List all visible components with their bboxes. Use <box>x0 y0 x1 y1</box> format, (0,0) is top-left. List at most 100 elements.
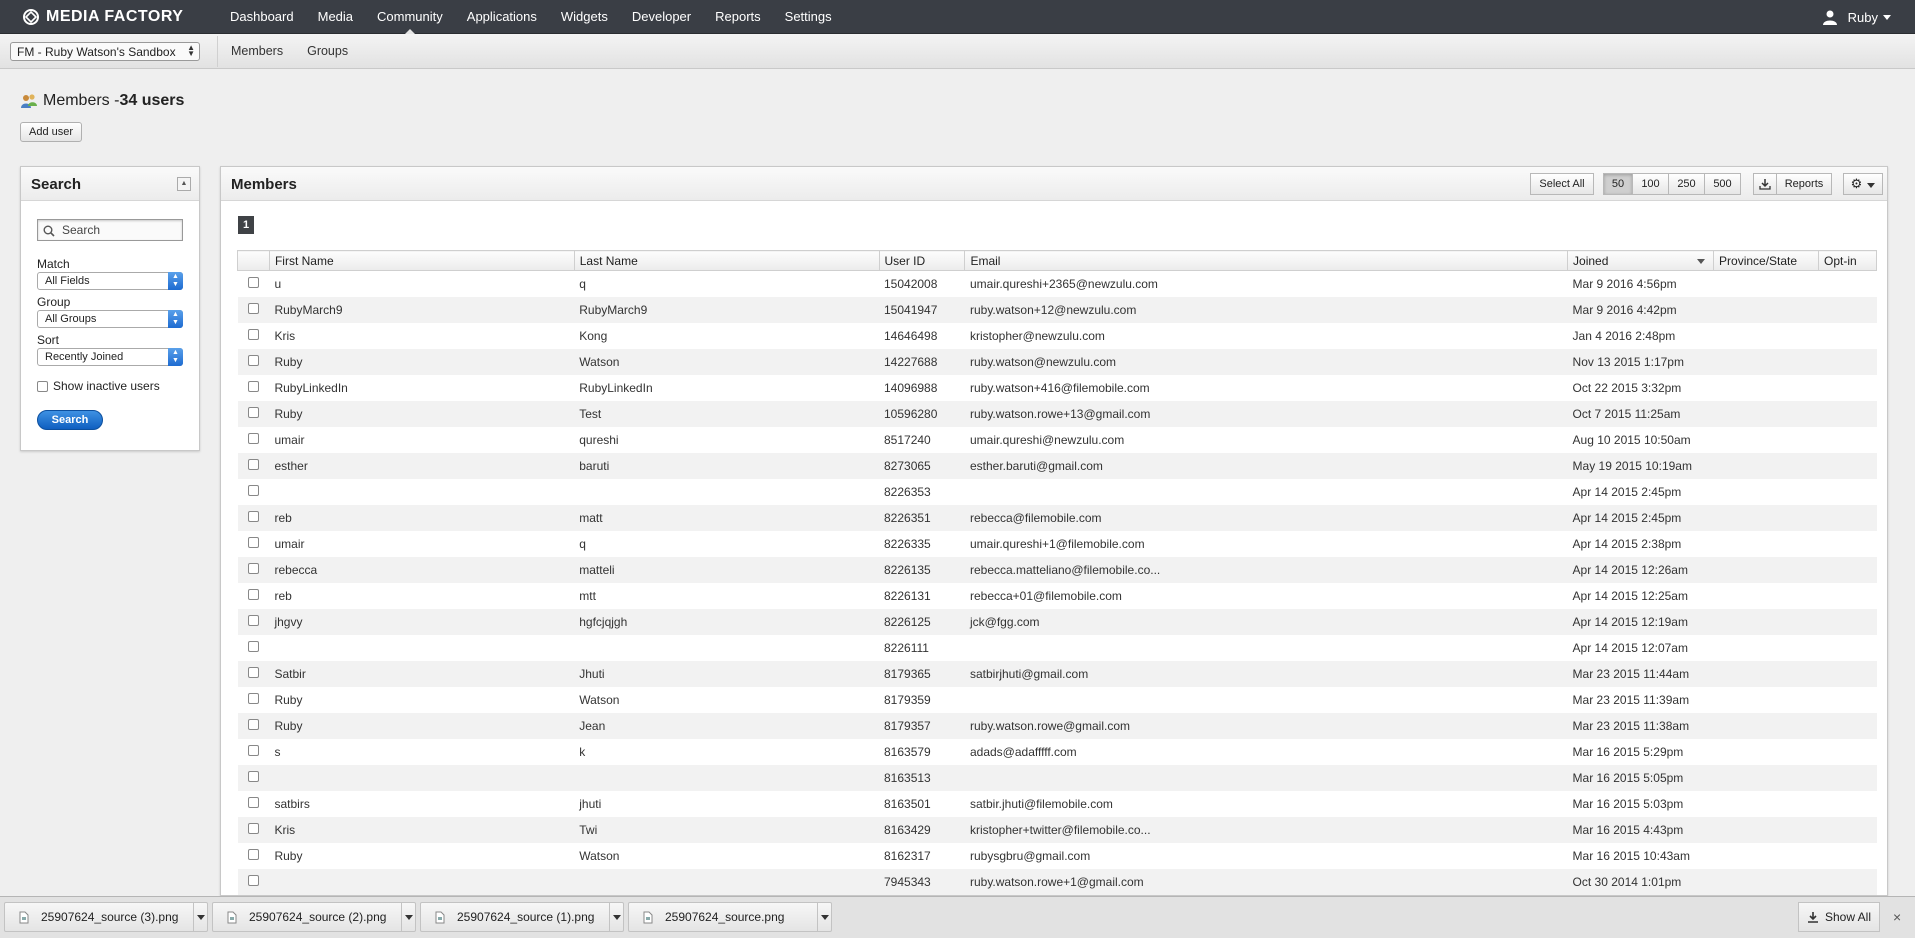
row-checkbox[interactable] <box>247 432 259 444</box>
table-row[interactable]: RubyMarch9 RubyMarch9 15041947 ruby.watson+… <box>237 296 1877 323</box>
nav-reports[interactable]: Reports <box>703 0 773 34</box>
row-checkbox[interactable] <box>247 380 259 392</box>
row-checkbox[interactable] <box>247 328 259 340</box>
nav-settings[interactable]: Settings <box>773 0 844 34</box>
page-size-250-button[interactable]: 250 <box>1668 173 1705 195</box>
download-item[interactable]: 25907624_source.png <box>628 902 832 932</box>
download-item[interactable]: 25907624_source (2).png <box>212 902 416 932</box>
collapse-icon[interactable]: ▲ <box>177 177 191 191</box>
page-size-50-button[interactable]: 50 <box>1603 173 1633 195</box>
row-checkbox[interactable] <box>247 744 259 756</box>
row-checkbox[interactable] <box>247 770 259 782</box>
nav-media[interactable]: Media <box>306 0 365 34</box>
table-row[interactable]: rebecca matteli 8226135 rebecca.matteliano@… <box>237 556 1877 583</box>
select-all-button[interactable]: Select All <box>1530 173 1594 195</box>
table-row[interactable]: umair qureshi 8517240 umair.qureshi@newzulu… <box>238 427 1877 453</box>
table-row[interactable]: 8226353 Apr 14 2015 2:45pm <box>238 479 1877 505</box>
add-user-button[interactable]: Add user <box>20 122 83 142</box>
row-checkbox[interactable] <box>247 640 259 652</box>
download-menu-button[interactable] <box>609 903 623 931</box>
page-size-500-button[interactable]: 500 <box>1704 173 1741 195</box>
sort-select[interactable]: Recently Joined ▲ ▼ <box>37 348 183 366</box>
download-menu-button[interactable] <box>817 903 831 931</box>
row-checkbox[interactable] <box>247 354 259 366</box>
brand-logo[interactable]: MEDIA FACTORY <box>22 8 183 26</box>
table-row[interactable]: RubyLinkedIn RubyLinkedIn 14096988 ruby.wat… <box>238 375 1877 401</box>
table-row[interactable]: Kris Twi 8163429 kristopher+twitter@filemob… <box>237 816 1877 843</box>
table-row[interactable]: esther baruti 8273065 esther.baruti@gmail.c… <box>237 452 1877 479</box>
table-row[interactable]: satbirs jhuti 8163501 satbir.jhuti@filemobi… <box>238 791 1877 817</box>
page-size-100-button[interactable]: 100 <box>1632 173 1669 195</box>
nav-dashboard[interactable]: Dashboard <box>218 0 306 34</box>
row-checkbox[interactable] <box>247 562 259 574</box>
row-checkbox[interactable] <box>247 692 259 704</box>
search-button[interactable]: Search <box>37 410 103 430</box>
tab-groups[interactable]: Groups <box>307 34 348 69</box>
table-row[interactable]: Ruby Jean 8179357 ruby.watson.rowe@gmail.co… <box>237 712 1877 739</box>
row-checkbox[interactable] <box>247 848 259 860</box>
cell-first-name: umair <box>274 536 305 551</box>
download-item[interactable]: 25907624_source (1).png <box>420 902 624 932</box>
row-checkbox[interactable] <box>247 588 259 600</box>
column-first-name[interactable]: First Name <box>268 250 575 271</box>
user-menu[interactable]: Ruby <box>1822 0 1891 34</box>
download-menu-button[interactable] <box>193 903 207 931</box>
row-checkbox[interactable] <box>247 874 259 886</box>
table-row[interactable]: Satbir Jhuti 8179365 satbirjhuti@gmail.com M… <box>237 660 1877 687</box>
cell-first-name: esther <box>269 452 575 479</box>
column-joined[interactable]: Joined <box>1567 250 1715 271</box>
nav-applications[interactable]: Applications <box>455 0 549 34</box>
tab-members[interactable]: Members <box>231 34 283 69</box>
download-menu-button[interactable] <box>401 903 415 931</box>
row-checkbox[interactable] <box>247 302 259 314</box>
row-checkbox[interactable] <box>247 484 259 496</box>
table-row[interactable]: umair q 8226335 umair.qureshi+1@filemobile.… <box>238 531 1877 557</box>
show-inactive-option[interactable]: Show inactive users <box>37 379 160 393</box>
column-email[interactable]: Email <box>964 250 1569 271</box>
row-checkbox[interactable] <box>247 666 259 678</box>
show-all-downloads-button[interactable]: Show All <box>1798 902 1880 932</box>
download-item[interactable]: 25907624_source (3).png <box>4 902 208 932</box>
group-select[interactable]: All Groups ▲ ▼ <box>37 310 183 328</box>
close-downloads-bar-icon[interactable]: × <box>1893 909 1901 925</box>
table-row[interactable]: Ruby Test 10596280 ruby.watson.rowe+13@gmai… <box>237 400 1877 427</box>
nav-widgets[interactable]: Widgets <box>549 0 620 34</box>
row-checkbox[interactable] <box>247 822 259 834</box>
table-row[interactable]: Ruby Watson 8179359 Mar 23 2015 11:39am <box>238 687 1877 713</box>
row-checkbox[interactable] <box>247 614 259 626</box>
row-checkbox[interactable] <box>247 276 259 288</box>
column-last-name[interactable]: Last Name <box>573 250 880 271</box>
table-row[interactable]: 8163513 Mar 16 2015 5:05pm <box>237 764 1877 791</box>
row-checkbox[interactable] <box>247 458 259 470</box>
column-province-state[interactable]: Province/State <box>1713 250 1819 271</box>
reports-button[interactable]: Reports <box>1776 173 1832 195</box>
table-row[interactable]: 8226111 Apr 14 2015 12:07am <box>238 635 1877 661</box>
column-user-id[interactable]: User ID <box>878 250 966 271</box>
table-row[interactable]: u q 15042008 umair.qureshi+2365@newzulu.com… <box>238 271 1877 297</box>
settings-menu-button[interactable]: ⚙ <box>1843 173 1883 195</box>
table-row[interactable]: Kris Kong 14646498 kristopher@newzulu.com Ja… <box>238 323 1877 349</box>
row-checkbox[interactable] <box>247 406 259 418</box>
nav-developer[interactable]: Developer <box>620 0 703 34</box>
table-row[interactable]: s k 8163579 adads@adafffff.com Mar 16 2015 5… <box>238 739 1877 765</box>
search-input[interactable]: Search <box>37 219 183 241</box>
show-inactive-checkbox[interactable] <box>37 380 48 392</box>
table-row[interactable]: Ruby Watson 8162317 rubysgbru@gmail.com Mar … <box>238 843 1877 869</box>
table-row[interactable]: Ruby Watson 14227688 ruby.watson@newzulu.co… <box>237 348 1877 375</box>
table-row[interactable]: reb mtt 8226131 rebecca+01@filemobile.com Ap… <box>238 583 1877 609</box>
export-button[interactable] <box>1753 173 1777 195</box>
row-checkbox[interactable] <box>247 718 259 730</box>
cell-joined: Apr 14 2015 12:07am <box>1572 640 1688 655</box>
match-select[interactable]: All Fields ▲ ▼ <box>37 272 183 290</box>
site-select[interactable]: FM - Ruby Watson's Sandbox ▲ ▼ <box>10 42 200 61</box>
table-row[interactable]: 7945343 ruby.watson.rowe+1@gmail.com Oct 3… <box>237 868 1877 895</box>
row-checkbox[interactable] <box>247 796 259 808</box>
row-checkbox[interactable] <box>247 536 259 548</box>
pagination-current-page[interactable]: 1 <box>238 216 254 234</box>
nav-community[interactable]: Community <box>365 0 455 34</box>
cell-joined: Apr 14 2015 2:45pm <box>1567 504 1714 531</box>
row-checkbox[interactable] <box>247 510 259 522</box>
table-row[interactable]: reb matt 8226351 rebecca@filemobile.com Apr … <box>237 504 1877 531</box>
column-opt-in[interactable]: Opt-in <box>1817 250 1878 271</box>
table-row[interactable]: jhgvy hgfcjqjgh 8226125 jck@fgg.com Apr 14 2… <box>237 608 1877 635</box>
